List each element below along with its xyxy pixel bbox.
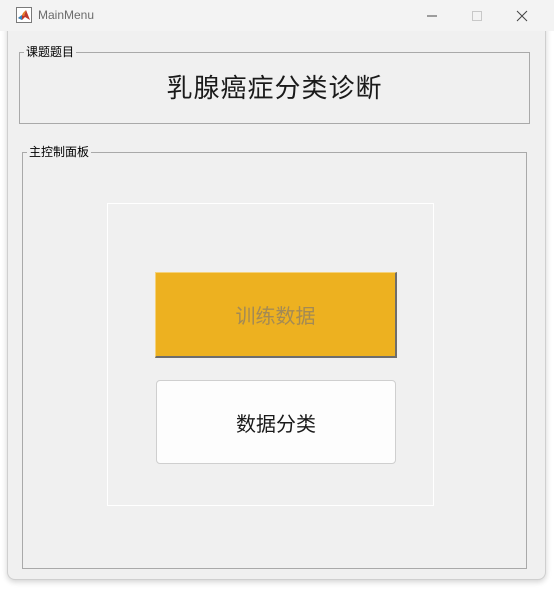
- maximize-button[interactable]: [454, 0, 500, 31]
- maximize-icon: [471, 10, 483, 22]
- close-icon: [516, 10, 528, 22]
- control-panel-legend: 主控制面板: [27, 145, 92, 159]
- minimize-button[interactable]: [409, 0, 455, 31]
- title-bar[interactable]: MainMenu: [0, 0, 554, 31]
- page-title: 乳腺癌症分类诊断: [166, 74, 383, 104]
- window-title: MainMenu: [38, 8, 95, 22]
- classify-data-button[interactable]: 数据分类: [156, 380, 396, 464]
- topic-panel-legend: 课题题目: [24, 45, 77, 59]
- close-button[interactable]: [499, 0, 545, 31]
- minimize-icon: [426, 10, 438, 22]
- matlab-icon: [16, 7, 32, 23]
- train-data-button[interactable]: 训练数据: [155, 272, 397, 358]
